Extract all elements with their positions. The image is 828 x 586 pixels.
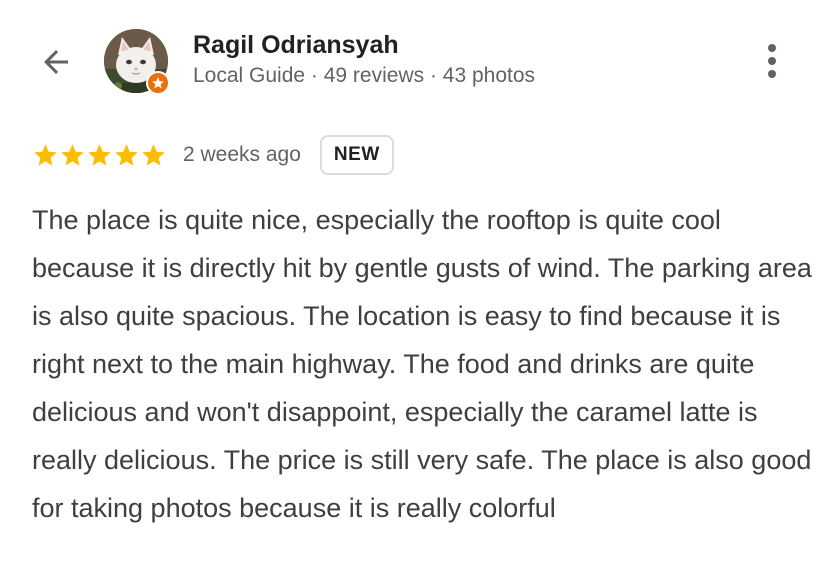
back-button[interactable] [34, 40, 78, 84]
more-vertical-icon [768, 44, 776, 78]
user-name[interactable]: Ragil Odriansyah [193, 31, 399, 60]
new-badge: NEW [319, 135, 394, 175]
arrow-back-icon [44, 50, 68, 74]
local-guide-badge [146, 71, 170, 95]
star-icon [115, 143, 138, 166]
star-icon [34, 143, 57, 166]
star-icon [142, 143, 165, 166]
star-icon [88, 143, 111, 166]
review-header: Ragil Odriansyah Local Guide · 49 review… [0, 0, 828, 110]
user-meta: Local Guide · 49 reviews · 43 photos [193, 64, 536, 87]
user-avatar-wrap[interactable] [104, 29, 170, 95]
review-time: 2 weeks ago [183, 143, 301, 166]
local-guide-star-icon [152, 77, 164, 89]
rating-row: 2 weeks ago NEW [32, 133, 394, 177]
more-options-button[interactable] [752, 38, 792, 82]
star-icon [61, 143, 84, 166]
star-rating [32, 142, 167, 169]
review-text: The place is quite nice, especially the … [32, 205, 812, 523]
